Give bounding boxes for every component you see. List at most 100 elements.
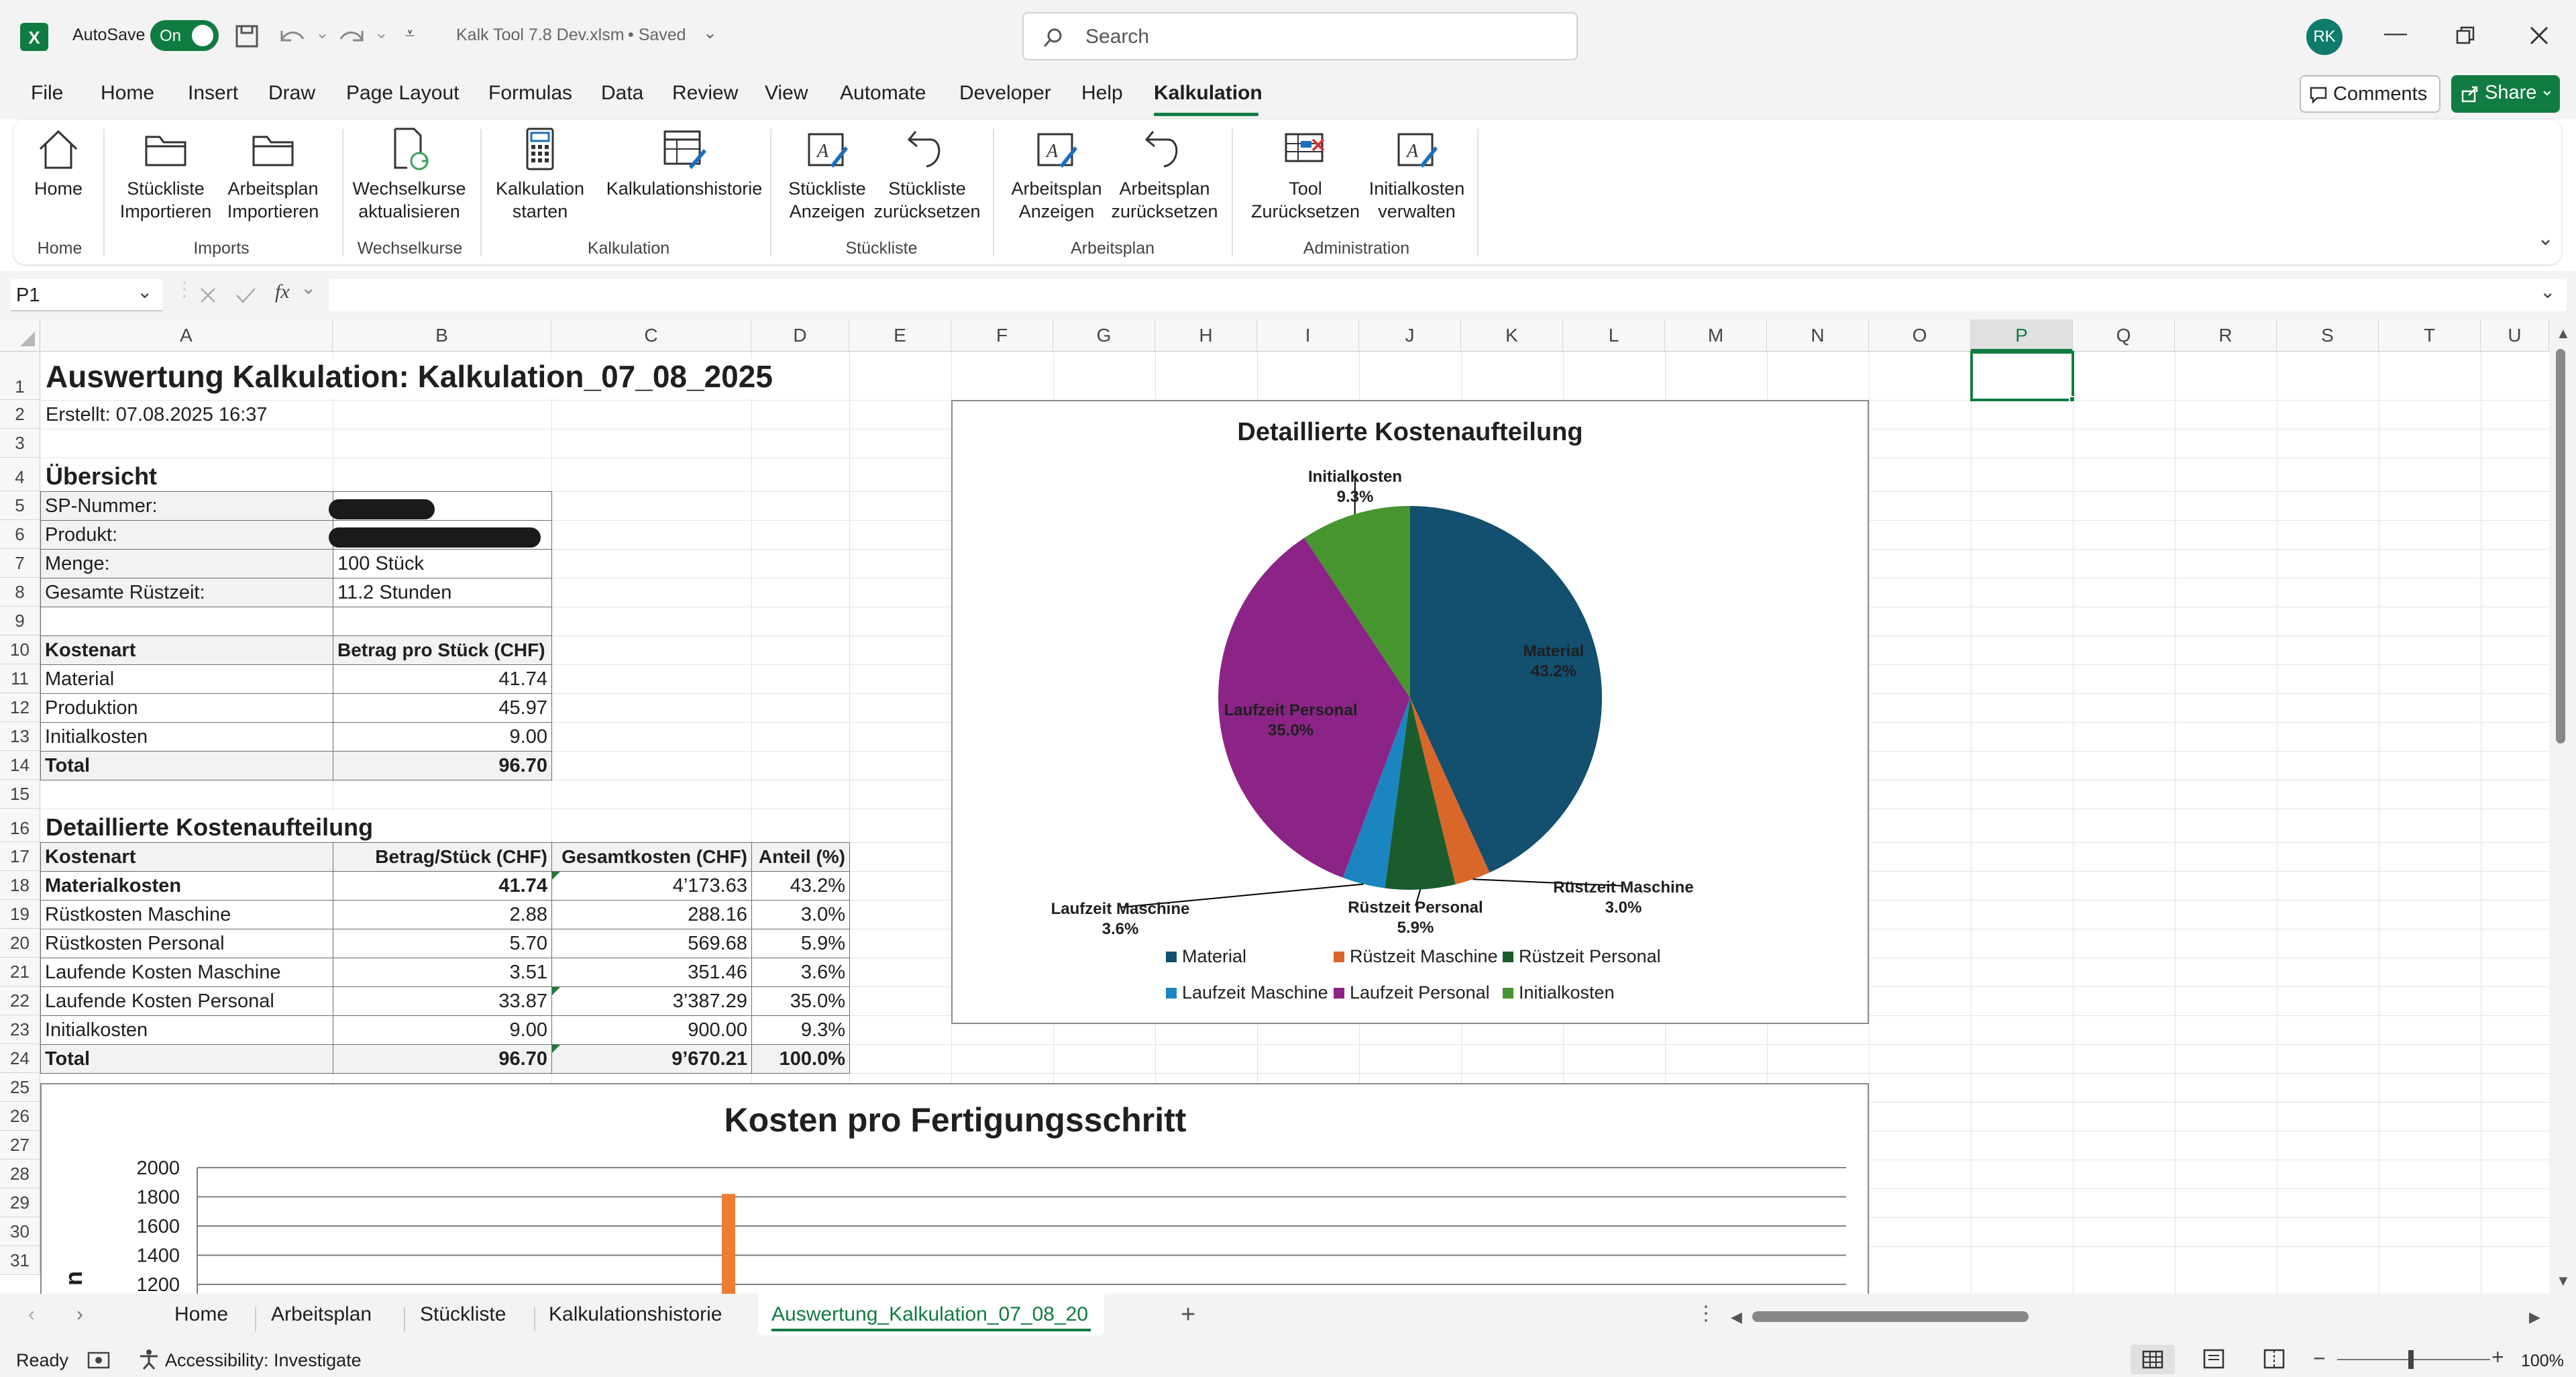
column-header[interactable]: M bbox=[1665, 319, 1767, 352]
row-header[interactable]: 12 bbox=[0, 693, 40, 722]
more-icon[interactable]: ⋮ bbox=[1696, 1302, 1716, 1325]
scroll-right-icon[interactable]: ▶ bbox=[2529, 1309, 2540, 1326]
undo-icon[interactable] bbox=[276, 24, 309, 48]
column-header[interactable]: U bbox=[2481, 319, 2549, 352]
row-header[interactable]: 1 bbox=[0, 352, 40, 400]
customize-toolbar-icon[interactable]: ⩡ bbox=[405, 24, 415, 44]
bar[interactable] bbox=[722, 1194, 735, 1294]
zoom-level[interactable]: 100% bbox=[2521, 1352, 2564, 1371]
scroll-thumb[interactable] bbox=[2556, 349, 2565, 744]
selected-cell[interactable] bbox=[1970, 351, 2074, 401]
sheet-tab-arbeitsplan[interactable]: Arbeitsplan bbox=[271, 1303, 372, 1326]
column-header[interactable]: S bbox=[2277, 319, 2379, 352]
tab-page-layout[interactable]: Page Layout bbox=[346, 82, 459, 105]
column-header[interactable]: D bbox=[751, 319, 849, 352]
tab-data[interactable]: Data bbox=[601, 82, 643, 105]
error-indicator[interactable] bbox=[552, 1045, 560, 1053]
row-header[interactable]: 7 bbox=[0, 549, 40, 578]
page-layout-view-icon[interactable] bbox=[2203, 1349, 2224, 1369]
tab-view[interactable]: View bbox=[765, 82, 808, 105]
home-button[interactable]: Home bbox=[21, 126, 95, 200]
pie-chart[interactable]: Detaillierte Kostenaufteilung Material 43… bbox=[951, 400, 1869, 1024]
fill-handle[interactable] bbox=[2069, 396, 2076, 403]
spreadsheet-grid[interactable]: A B C D E F G H I J K L M N O P Q R S T … bbox=[0, 319, 2576, 1294]
row-header[interactable]: 29 bbox=[0, 1188, 40, 1217]
chevron-down-icon[interactable]: ⌄ bbox=[703, 23, 717, 43]
row-header[interactable]: 22 bbox=[0, 986, 40, 1015]
next-sheet-icon[interactable]: › bbox=[76, 1303, 83, 1326]
prev-sheet-icon[interactable]: ‹ bbox=[28, 1303, 35, 1326]
row-header[interactable]: 24 bbox=[0, 1044, 40, 1073]
chevron-down-icon[interactable]: ⌄ bbox=[301, 276, 316, 299]
autosave-toggle[interactable]: On bbox=[150, 20, 219, 51]
row-header[interactable]: 13 bbox=[0, 722, 40, 751]
chevron-down-icon[interactable]: ⌄ bbox=[137, 280, 152, 303]
stueckliste-anzeigen-button[interactable]: A Stückliste Anzeigen bbox=[784, 126, 871, 223]
row-header[interactable]: 27 bbox=[0, 1131, 40, 1160]
row-header[interactable]: 19 bbox=[0, 900, 40, 929]
column-header[interactable]: N bbox=[1767, 319, 1869, 352]
tool-zuruecksetzen-button[interactable]: Tool Zurücksetzen bbox=[1248, 126, 1363, 223]
scroll-down-icon[interactable]: ▼ bbox=[2556, 1272, 2571, 1290]
tab-kalkulation[interactable]: Kalkulation bbox=[1154, 82, 1263, 105]
arbeitsplan-zuruecksetzen-button[interactable]: Arbeitsplan zurücksetzen bbox=[1110, 126, 1220, 223]
zoom-out-icon[interactable]: − bbox=[2313, 1346, 2326, 1371]
column-header[interactable]: L bbox=[1563, 319, 1665, 352]
wechselkurse-button[interactable]: Wechselkurse aktualisieren bbox=[349, 126, 470, 223]
error-indicator[interactable] bbox=[552, 872, 560, 880]
minimize-icon[interactable]: — bbox=[2384, 20, 2407, 46]
accessibility-status[interactable]: Accessibility: Investigate bbox=[165, 1350, 362, 1371]
row-header[interactable]: 10 bbox=[0, 635, 40, 664]
row-header[interactable]: 11 bbox=[0, 664, 40, 693]
row-header[interactable]: 25 bbox=[0, 1073, 40, 1102]
close-icon[interactable] bbox=[2529, 26, 2549, 46]
column-header[interactable]: J bbox=[1359, 319, 1461, 352]
normal-view-button[interactable] bbox=[2131, 1345, 2175, 1374]
row-header[interactable]: 15 bbox=[0, 780, 40, 809]
avatar[interactable]: RK bbox=[2306, 19, 2343, 55]
row-header[interactable]: 4 bbox=[0, 458, 40, 491]
kalkulation-starten-button[interactable]: Kalkulation starten bbox=[490, 126, 590, 223]
tab-draw[interactable]: Draw bbox=[268, 82, 315, 105]
tab-automate[interactable]: Automate bbox=[840, 82, 926, 105]
row-header[interactable]: 31 bbox=[0, 1246, 40, 1275]
zoom-slider-thumb[interactable] bbox=[2408, 1350, 2414, 1369]
row-header[interactable]: 5 bbox=[0, 491, 40, 520]
row-header[interactable]: 30 bbox=[0, 1217, 40, 1246]
column-header[interactable]: I bbox=[1257, 319, 1359, 352]
column-header[interactable]: B bbox=[333, 319, 551, 352]
sheet-tab-home[interactable]: Home bbox=[174, 1303, 228, 1326]
tab-developer[interactable]: Developer bbox=[959, 82, 1051, 105]
search-box[interactable]: Search bbox=[1022, 12, 1578, 60]
arbeitsplan-anzeigen-button[interactable]: A Arbeitsplan Anzeigen bbox=[1006, 126, 1107, 223]
tab-review[interactable]: Review bbox=[672, 82, 738, 105]
add-sheet-icon[interactable]: + bbox=[1181, 1300, 1195, 1329]
collapse-ribbon-icon[interactable]: ⌄ bbox=[2537, 227, 2554, 250]
redo-icon[interactable] bbox=[335, 24, 368, 48]
macro-record-icon[interactable] bbox=[87, 1350, 111, 1370]
column-header[interactable]: A bbox=[40, 319, 333, 352]
sheet-tab-kalkulationshistorie[interactable]: Kalkulationshistorie bbox=[549, 1303, 722, 1326]
column-header[interactable]: E bbox=[849, 319, 951, 352]
excel-icon[interactable]: X bbox=[20, 23, 48, 51]
row-header[interactable]: 16 bbox=[0, 809, 40, 842]
tab-help[interactable]: Help bbox=[1081, 82, 1123, 105]
horizontal-scrollbar[interactable]: ◀ ▶ bbox=[1731, 1306, 2549, 1330]
row-header[interactable]: 9 bbox=[0, 607, 40, 635]
stueckliste-importieren-button[interactable]: Stückliste Importieren bbox=[115, 126, 216, 223]
scroll-thumb[interactable] bbox=[1752, 1311, 2029, 1322]
column-header[interactable]: C bbox=[551, 319, 751, 352]
tab-insert[interactable]: Insert bbox=[188, 82, 238, 105]
formula-input[interactable]: ⌄ bbox=[329, 279, 2567, 311]
column-header[interactable]: O bbox=[1869, 319, 1971, 352]
page-break-view-icon[interactable] bbox=[2263, 1349, 2285, 1369]
row-header[interactable]: 28 bbox=[0, 1160, 40, 1188]
column-header[interactable]: Q bbox=[2073, 319, 2175, 352]
row-header[interactable]: 8 bbox=[0, 578, 40, 607]
tab-home[interactable]: Home bbox=[101, 82, 154, 105]
share-button[interactable]: Share ⌄ bbox=[2451, 75, 2560, 113]
accessibility-icon[interactable] bbox=[138, 1349, 160, 1370]
sheet-tab-stueckliste[interactable]: Stückliste bbox=[420, 1303, 506, 1326]
row-header[interactable]: 21 bbox=[0, 958, 40, 986]
zoom-slider-track[interactable] bbox=[2337, 1359, 2490, 1360]
